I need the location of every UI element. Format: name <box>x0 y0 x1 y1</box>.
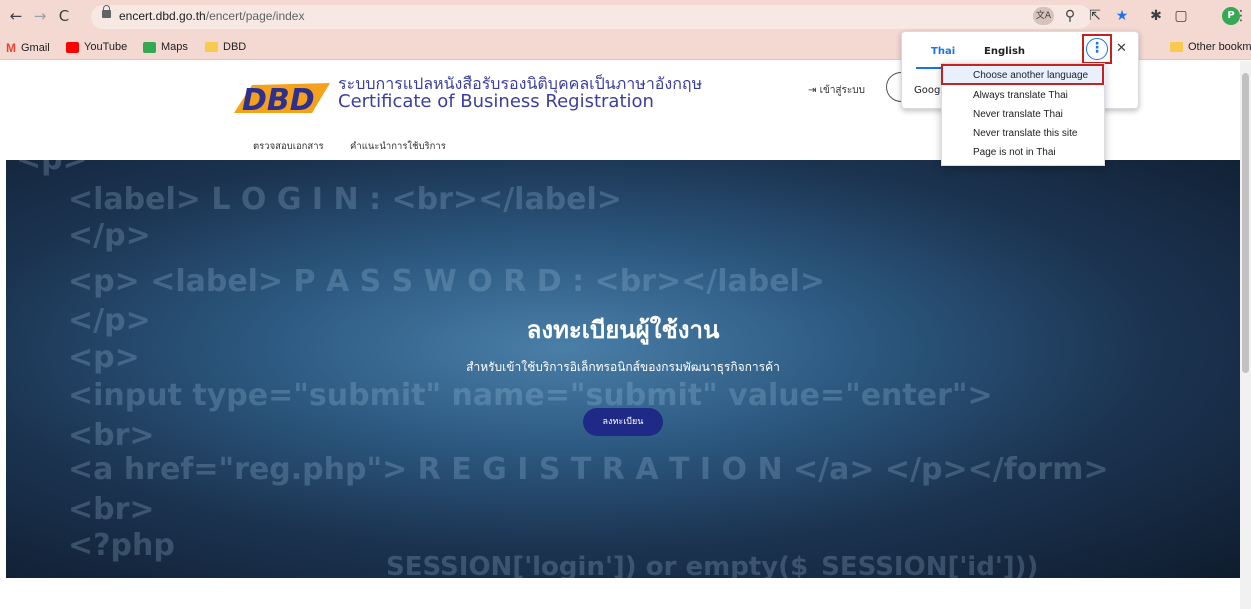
menu-item-not-thai[interactable]: Page is not in Thai <box>942 143 1106 162</box>
bookmark-label: YouTube <box>84 41 128 53</box>
hero-title: ลงทะเบียนผู้ใช้งาน <box>526 316 720 344</box>
login-label: เข้าสู่ระบบ <box>819 85 865 96</box>
background-code: <p> <label> P A S S W O R D : <br></labe… <box>68 264 825 299</box>
scrollbar[interactable] <box>1240 61 1251 609</box>
side-panel-icon[interactable]: ▢ <box>1171 6 1191 26</box>
scrollbar-thumb[interactable] <box>1242 73 1249 373</box>
background-code: SESSION['login']) or empty($_SESSION['id… <box>386 552 1039 578</box>
forward-icon[interactable]: → <box>30 6 50 26</box>
background-code: <label> L O G I N : <br></label> <box>68 182 622 217</box>
bookmark-label: Maps <box>161 41 188 53</box>
tab-thai[interactable]: Thai <box>931 46 955 57</box>
background-code: <p> <box>16 160 88 177</box>
bookmark-label: DBD <box>223 41 247 53</box>
bookmark-gmail[interactable]: M Gmail <box>6 41 50 55</box>
background-code: <input type="submit" name="submit" value… <box>68 378 993 413</box>
register-button[interactable]: ลงทะเบียน <box>583 408 663 436</box>
highlight-box <box>1082 34 1112 64</box>
nav-check-documents[interactable]: ตรวจสอบเอกสาร <box>253 139 324 154</box>
translate-icon[interactable]: 文A <box>1033 7 1054 25</box>
login-icon: ⇥ <box>808 85 820 96</box>
url-host: encert.dbd.go.th <box>119 9 206 23</box>
background-code: <a href="reg.php"> R E G I S T R A T I O… <box>68 452 1109 487</box>
menu-item-always-translate[interactable]: Always translate Thai <box>942 86 1106 105</box>
bookmark-youtube[interactable]: YouTube <box>66 41 127 53</box>
bookmark-star-icon[interactable]: ★ <box>1112 6 1132 26</box>
menu-item-never-translate-language[interactable]: Never translate Thai <box>942 105 1106 124</box>
lock-icon <box>102 5 111 18</box>
site-title-english: Certificate of Business Registration <box>338 91 654 112</box>
chrome-menu-icon[interactable]: ⋮ <box>1234 6 1248 26</box>
background-code: </p> <box>68 218 151 253</box>
dbd-logo: DBD <box>234 83 330 117</box>
bookmark-dbd[interactable]: DBD <box>205 41 246 53</box>
address-bar[interactable]: encert.dbd.go.th/encert/page/index <box>91 5 1091 29</box>
bookmark-other[interactable]: Other bookmarks <box>1170 41 1251 53</box>
login-link[interactable]: ⇥ เข้าสู่ระบบ <box>808 83 865 98</box>
close-icon[interactable]: ✕ <box>1116 41 1127 56</box>
share-icon[interactable]: ⇱ <box>1085 6 1105 26</box>
menu-item-never-translate-site[interactable]: Never translate this site <box>942 124 1106 143</box>
hero-subtitle: สำหรับเข้าใช้บริการอิเล็กทรอนิกส์ของกรมพ… <box>466 360 780 374</box>
bookmark-maps[interactable]: Maps <box>143 41 188 53</box>
google-label: Googl <box>914 85 944 96</box>
background-code: <?php <box>68 528 175 563</box>
bookmark-label: Other bookmarks <box>1188 41 1251 53</box>
folder-icon <box>1170 42 1183 52</box>
tab-english[interactable]: English <box>984 46 1025 57</box>
url-path: /encert/page/index <box>205 9 305 23</box>
nav-service-guide[interactable]: คำแนะนำการใช้บริการ <box>350 139 446 154</box>
folder-icon <box>205 42 218 52</box>
bookmark-label: Gmail <box>21 42 50 54</box>
highlight-box <box>941 64 1104 85</box>
reload-icon[interactable]: C <box>54 6 74 26</box>
url-text: encert.dbd.go.th/encert/page/index <box>119 9 304 23</box>
logo-text: DBD <box>242 83 315 117</box>
back-icon[interactable]: ← <box>6 6 26 26</box>
maps-icon <box>143 41 156 53</box>
hero-banner: <p> <label> L O G I N : <br></label> </p… <box>6 160 1240 578</box>
zoom-icon[interactable]: ⚲ <box>1060 6 1080 26</box>
extensions-icon[interactable]: ✱ <box>1146 6 1166 26</box>
youtube-icon <box>66 41 79 53</box>
background-code: <br> <box>68 492 155 527</box>
background-code: <br> <box>68 418 155 453</box>
gmail-icon: M <box>6 41 16 55</box>
